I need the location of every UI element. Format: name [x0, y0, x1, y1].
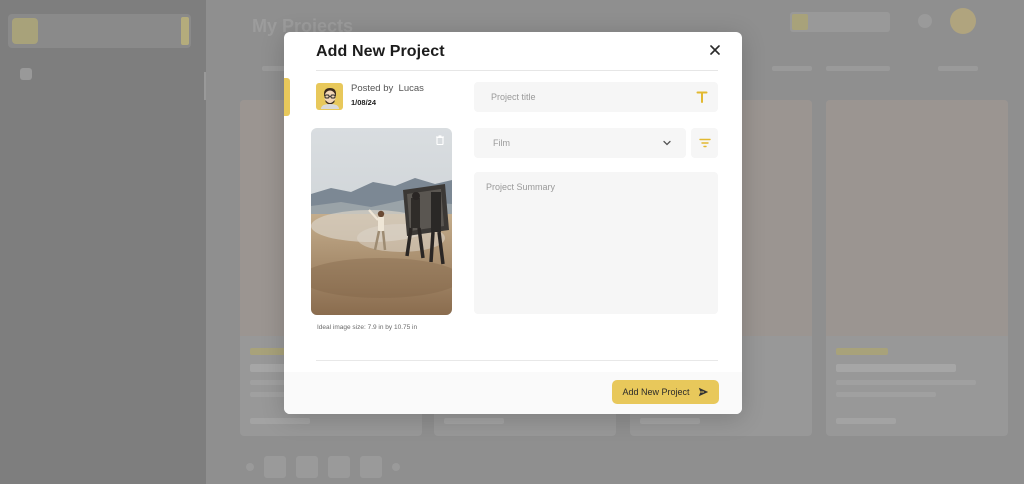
sidebar-item: [20, 68, 32, 80]
top-search: [790, 12, 890, 32]
tab: [826, 66, 890, 71]
card-title: [836, 364, 956, 372]
card-meta: [444, 418, 504, 424]
pager-next-icon: [392, 463, 400, 471]
posted-by-label: Posted by: [351, 83, 394, 94]
sidebar: [0, 0, 212, 484]
category-select[interactable]: Film: [474, 128, 686, 158]
search-icon: [792, 14, 808, 30]
pager-page: [360, 456, 382, 478]
avatar: [316, 83, 343, 110]
poster-name: Lucas: [398, 83, 424, 94]
delete-image-button[interactable]: [434, 134, 446, 146]
avatar-illustration-icon: [320, 87, 339, 109]
close-icon: [710, 45, 720, 55]
close-button[interactable]: [706, 42, 724, 60]
trash-icon: [436, 135, 444, 146]
category-selected-value: Film: [493, 138, 510, 148]
brand-accent: [181, 17, 189, 45]
pagination: [246, 456, 400, 478]
project-image[interactable]: [311, 128, 452, 315]
filter-icon: [698, 138, 711, 147]
modal-title: Add New Project: [316, 43, 445, 60]
poster-text: Posted by Lucas 1/08/24: [351, 83, 424, 107]
add-project-button-label: Add New Project: [622, 387, 690, 397]
tab: [772, 66, 812, 71]
accent-tab: [284, 78, 290, 116]
project-photo-illustration: [311, 128, 452, 315]
sidebar-brand: [8, 14, 191, 48]
card-meta: [836, 418, 896, 424]
sidebar-item-icon: [20, 68, 32, 80]
filter-button[interactable]: [691, 128, 718, 158]
image-size-hint: Ideal image size: 7.9 in by 10.75 in: [317, 324, 418, 331]
chevron-down-icon: [663, 140, 671, 146]
project-summary-input[interactable]: [474, 172, 718, 314]
poster-info: Posted by Lucas 1/08/24: [316, 83, 424, 110]
pager-prev-icon: [246, 463, 254, 471]
project-card: [826, 100, 1008, 436]
posted-by: Posted by Lucas: [351, 83, 424, 94]
text-format-icon: [696, 91, 708, 103]
project-title-input[interactable]: [474, 82, 684, 112]
project-title-field: [474, 82, 718, 112]
pager-page: [264, 456, 286, 478]
tab: [938, 66, 978, 71]
card-meta: [250, 418, 310, 424]
send-icon: [698, 387, 708, 397]
add-project-modal: Add New Project Posted by Lucas 1/08/24: [284, 32, 742, 414]
card-meta: [640, 418, 700, 424]
pager-page: [296, 456, 318, 478]
notification-icon: [918, 14, 932, 28]
add-project-button[interactable]: Add New Project: [612, 380, 719, 404]
footer-divider: [316, 360, 718, 361]
card-text: [836, 392, 936, 397]
card-image: [826, 100, 1008, 336]
card-text: [836, 380, 976, 385]
header-divider: [316, 70, 718, 71]
project-summary-field: [474, 172, 718, 314]
card-tag: [836, 348, 888, 355]
user-avatar: [950, 8, 976, 34]
post-date: 1/08/24: [351, 98, 377, 107]
pager-page: [328, 456, 350, 478]
brand-logo: [12, 18, 38, 44]
